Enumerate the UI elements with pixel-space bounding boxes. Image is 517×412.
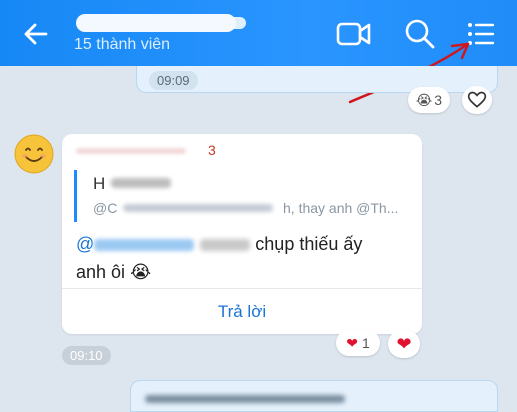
- redacted-quoted-sender: [111, 178, 171, 188]
- crying-emoji-icon: 😭: [415, 91, 433, 108]
- search-button[interactable]: [400, 14, 440, 54]
- heart-icon: ❤: [346, 334, 358, 351]
- redacted-title-mark: [76, 14, 246, 32]
- heart-outline-icon: [467, 91, 487, 108]
- next-message-bubble[interactable]: [130, 380, 498, 412]
- redacted-sender: [76, 148, 186, 154]
- redacted-text: [145, 395, 345, 403]
- search-icon: [405, 19, 435, 49]
- message-text: @ chụp thiếu ấy anh ôi 😭: [76, 234, 363, 282]
- list-menu-icon: [468, 23, 495, 45]
- heart-icon: ❤: [396, 333, 412, 354]
- quoted-message[interactable]: H @C h, thay anh @Th...: [74, 170, 413, 222]
- member-count: 15 thành viên: [74, 36, 171, 53]
- add-reaction-button[interactable]: [462, 86, 492, 114]
- reaction-count: 1: [361, 335, 370, 351]
- message-time: 09:10: [62, 346, 111, 365]
- arrow-left-icon: [24, 23, 48, 45]
- crying-emoji-icon: 😭: [130, 262, 152, 282]
- reaction-heart-count[interactable]: ❤ 1: [336, 330, 380, 356]
- redacted-snippet: [123, 204, 273, 212]
- chat-header: 15 thành viên: [0, 0, 517, 66]
- reaction-count: 3: [434, 92, 443, 108]
- sender-name: 3: [76, 142, 236, 160]
- mention[interactable]: @: [76, 234, 94, 254]
- video-call-button[interactable]: [334, 14, 374, 54]
- reply-button[interactable]: Trả lời: [62, 289, 422, 334]
- avatar[interactable]: [14, 134, 54, 174]
- message-bubble[interactable]: 3 H @C h, thay anh @Th... @ chụp thiếu ấ…: [62, 134, 422, 334]
- video-camera-icon: [336, 22, 371, 46]
- redacted-mention: [94, 239, 195, 252]
- group-title-block[interactable]: 15 thành viên: [74, 6, 314, 62]
- back-button[interactable]: [20, 18, 52, 50]
- group-menu-button[interactable]: [460, 14, 500, 54]
- reaction-cry-count[interactable]: 😭 3: [408, 87, 450, 113]
- quoted-snippet: @C h, thay anh @Th...: [93, 200, 399, 216]
- message-time: 09:09: [149, 71, 198, 90]
- heart-reaction-button[interactable]: ❤: [388, 330, 420, 358]
- quoted-sender: H: [93, 174, 173, 193]
- redacted-text: [200, 239, 251, 252]
